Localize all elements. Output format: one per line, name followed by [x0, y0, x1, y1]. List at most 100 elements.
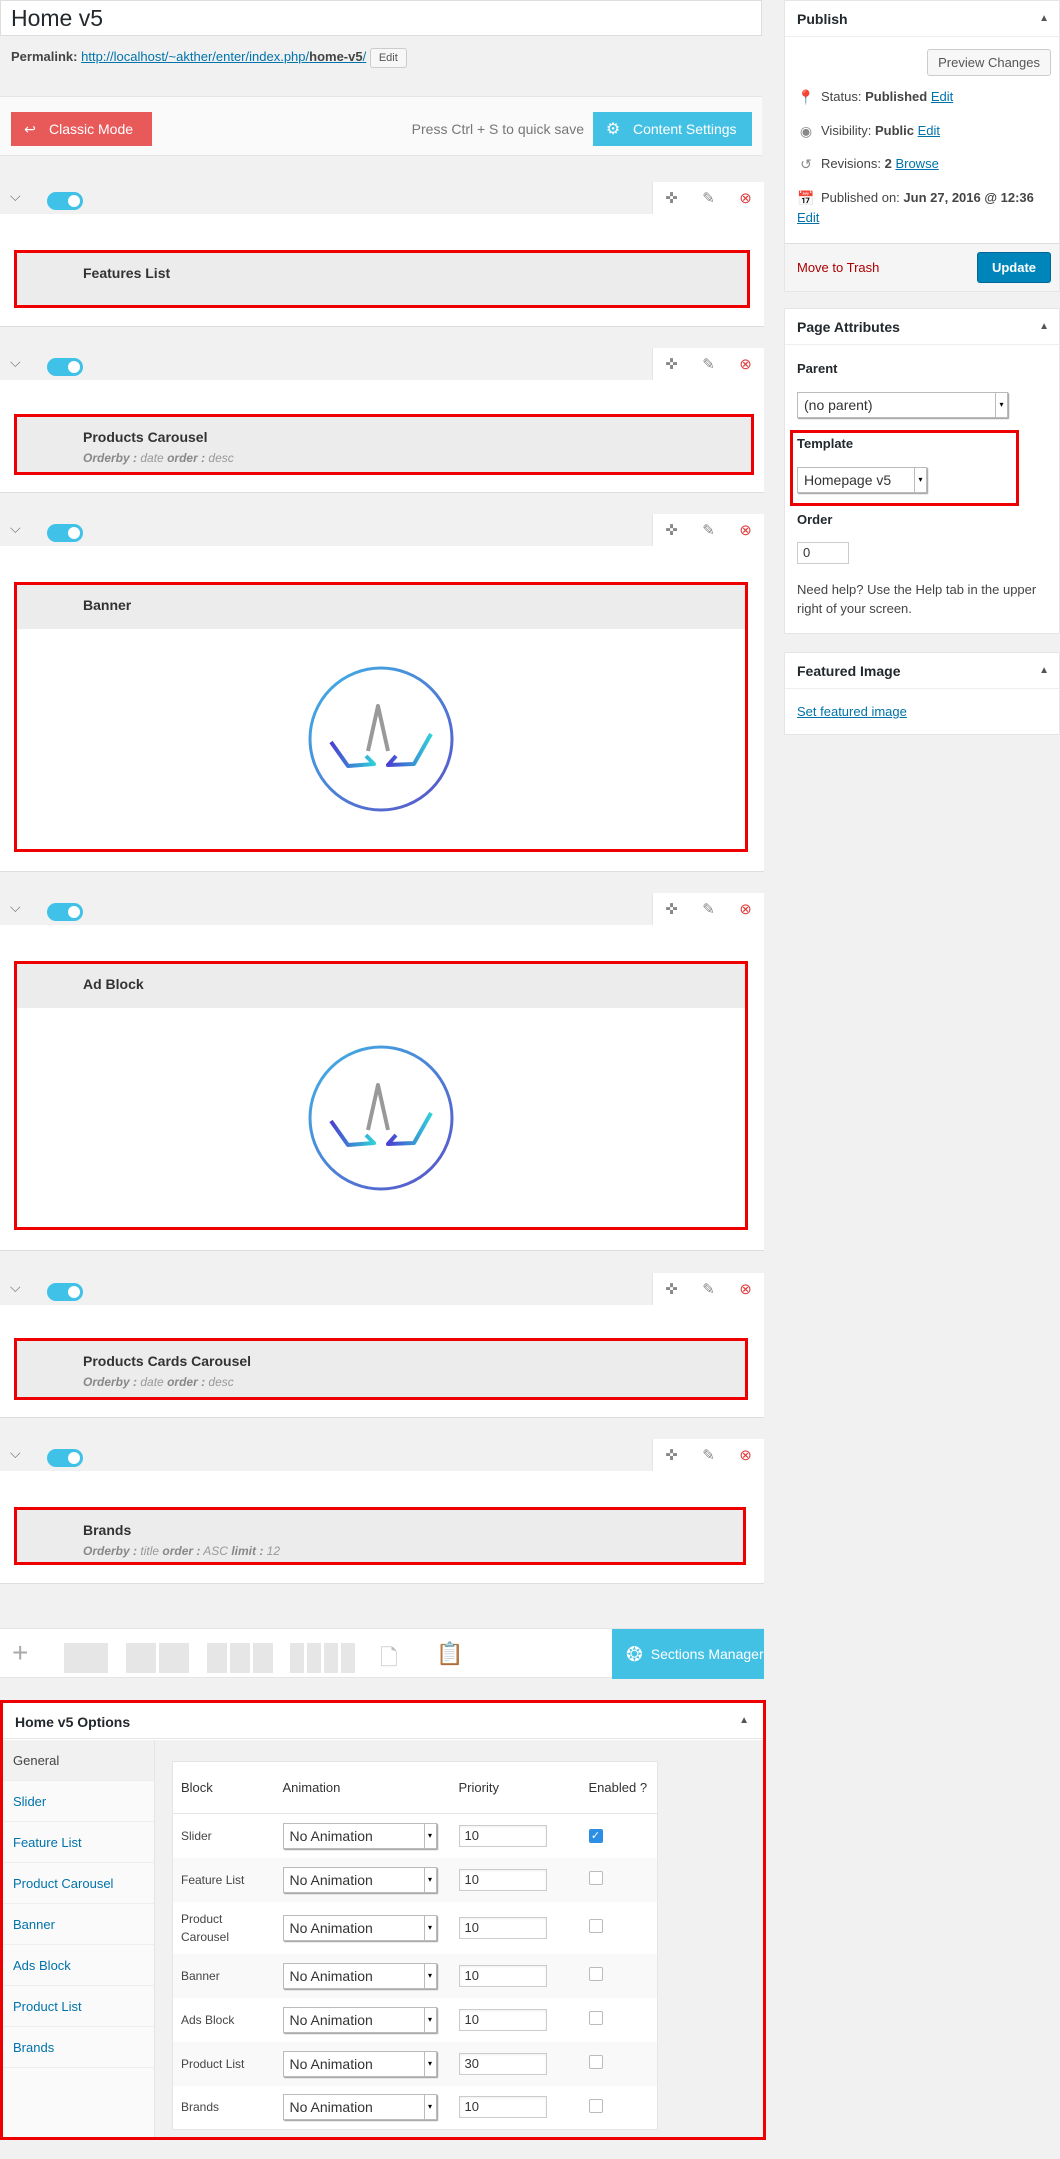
move-icon[interactable]: ✜	[653, 182, 690, 214]
section-toggle[interactable]	[47, 524, 83, 542]
content-settings-button[interactable]: ⚙ Content Settings	[593, 112, 752, 146]
delete-icon[interactable]: ⊗	[727, 893, 764, 925]
chevron-down-icon[interactable]: ⌵	[10, 899, 21, 916]
set-featured-image-link[interactable]: Set featured image	[797, 704, 907, 719]
collapse-arrow-icon[interactable]: ▲	[739, 1715, 749, 1726]
priority-input[interactable]: 10	[458, 1868, 547, 1891]
chevron-down-icon[interactable]: ⌵	[10, 188, 21, 205]
order-input[interactable]: 0	[797, 542, 849, 564]
delete-icon[interactable]: ⊗	[727, 348, 764, 380]
priority-input[interactable]: 10	[458, 1916, 547, 1939]
revisions-browse-link[interactable]: Browse	[895, 156, 938, 171]
collapse-arrow-icon[interactable]: ▲	[1039, 665, 1049, 676]
permalink-edit-button[interactable]: Edit	[369, 48, 407, 68]
animation-select[interactable]: No Animation ▾	[282, 2050, 437, 2077]
delete-icon[interactable]: ⊗	[727, 1439, 764, 1471]
collapse-arrow-icon[interactable]: ▲	[1039, 321, 1049, 332]
move-icon[interactable]: ✜	[653, 514, 690, 546]
move-icon[interactable]: ✜	[653, 893, 690, 925]
post-title-input[interactable]: Home v5	[0, 0, 762, 36]
chevron-down-icon[interactable]: ⌵	[10, 1445, 21, 1462]
options-tab-feature-list[interactable]: Feature List	[3, 1822, 154, 1863]
section-toggle[interactable]	[47, 1283, 83, 1301]
enabled-checkbox[interactable]	[588, 1871, 603, 1885]
chevron-down-icon[interactable]: ⌵	[10, 354, 21, 371]
parent-select[interactable]: (no parent) ▾	[797, 392, 1008, 418]
block-name: Ads Block	[172, 1997, 275, 2042]
move-to-trash-link[interactable]: Move to Trash	[797, 260, 879, 275]
content-block[interactable]: Ad Block	[14, 961, 748, 1230]
collapse-arrow-icon[interactable]: ▲	[1039, 13, 1049, 24]
move-icon[interactable]: ✜	[653, 1439, 690, 1471]
sections-manager-button[interactable]: ❂ Sections Manager	[612, 1629, 764, 1679]
add-section-icon[interactable]: +	[12, 1639, 28, 1667]
options-tab-general[interactable]: General	[3, 1740, 154, 1781]
animation-select[interactable]: No Animation ▾	[282, 1962, 437, 1989]
update-button[interactable]: Update	[976, 252, 1051, 283]
enabled-checkbox[interactable]	[588, 1919, 603, 1933]
priority-input[interactable]: 10	[458, 1964, 547, 1987]
move-icon[interactable]: ✜	[653, 1273, 690, 1305]
status-edit-link[interactable]: Edit	[931, 89, 953, 104]
content-block[interactable]: Brands Orderby : title order : ASC limit…	[14, 1507, 746, 1565]
visibility-edit-link[interactable]: Edit	[918, 123, 940, 138]
layout-3col-icon[interactable]	[207, 1643, 273, 1673]
options-tab-brands[interactable]: Brands	[3, 2027, 154, 2068]
layout-2col-icon[interactable]	[126, 1643, 189, 1673]
edit-icon[interactable]: ✎	[690, 893, 727, 925]
document-icon[interactable]: 🗋	[380, 1641, 398, 1679]
delete-icon[interactable]: ⊗	[727, 182, 764, 214]
featured-image-header[interactable]: Featured Image ▲	[785, 653, 1059, 689]
edit-icon[interactable]: ✎	[690, 348, 727, 380]
classic-mode-button[interactable]: ↩ Classic Mode	[11, 112, 152, 146]
animation-select[interactable]: No Animation ▾	[282, 2006, 437, 2033]
edit-icon[interactable]: ✎	[690, 182, 727, 214]
animation-select[interactable]: No Animation ▾	[282, 1914, 437, 1941]
block-title: Banner	[83, 597, 132, 613]
page-attributes-header[interactable]: Page Attributes ▲	[785, 309, 1059, 345]
chevron-down-icon[interactable]: ⌵	[10, 1279, 21, 1296]
options-tab-ads-block[interactable]: Ads Block	[3, 1945, 154, 1986]
animation-select[interactable]: No Animation ▾	[282, 2094, 437, 2121]
priority-input[interactable]: 10	[458, 1824, 547, 1847]
content-block[interactable]: Products Carousel Orderby : date order :…	[14, 414, 754, 475]
enabled-checkbox[interactable]	[588, 1967, 603, 1981]
section-toggle[interactable]	[47, 903, 83, 921]
col-animation: Animation	[274, 1761, 451, 1814]
priority-input[interactable]: 10	[458, 2096, 547, 2119]
enabled-checkbox[interactable]: ✓	[588, 1829, 603, 1844]
block-title: Ad Block	[83, 976, 144, 992]
options-header[interactable]: Home v5 Options ▲	[3, 1703, 763, 1739]
section-toggle[interactable]	[47, 358, 83, 376]
chevron-down-icon[interactable]: ⌵	[10, 520, 21, 537]
clipboard-icon[interactable]: 📋	[436, 1641, 463, 1667]
layout-1col-icon[interactable]	[64, 1643, 108, 1673]
section-toggle[interactable]	[47, 1449, 83, 1467]
animation-select[interactable]: No Animation ▾	[282, 1866, 437, 1893]
options-tab-slider[interactable]: Slider	[3, 1781, 154, 1822]
preview-changes-button[interactable]: Preview Changes	[927, 49, 1051, 76]
edit-icon[interactable]: ✎	[690, 1439, 727, 1471]
edit-icon[interactable]: ✎	[690, 1273, 727, 1305]
delete-icon[interactable]: ⊗	[727, 514, 764, 546]
content-block[interactable]: Features List	[14, 250, 750, 308]
layout-4col-icon[interactable]	[290, 1643, 355, 1673]
priority-input[interactable]: 10	[458, 2008, 547, 2031]
permalink-link[interactable]: http://localhost/~akther/enter/index.php…	[81, 49, 366, 64]
options-tab-banner[interactable]: Banner	[3, 1904, 154, 1945]
enabled-checkbox[interactable]	[588, 2098, 603, 2113]
enabled-checkbox[interactable]	[588, 2055, 603, 2069]
priority-input[interactable]: 30	[458, 2052, 547, 2075]
edit-icon[interactable]: ✎	[690, 514, 727, 546]
options-tab-product-list[interactable]: Product List	[3, 1986, 154, 2027]
options-tab-product-carousel[interactable]: Product Carousel	[3, 1863, 154, 1904]
content-block[interactable]: Banner	[14, 582, 748, 852]
section-toggle[interactable]	[47, 192, 83, 210]
animation-select[interactable]: No Animation ▾	[282, 1822, 437, 1849]
published-edit-link[interactable]: Edit	[797, 210, 819, 225]
content-block[interactable]: Products Cards Carousel Orderby : date o…	[14, 1338, 748, 1400]
move-icon[interactable]: ✜	[653, 348, 690, 380]
publish-header[interactable]: Publish ▲	[785, 1, 1059, 37]
enabled-checkbox[interactable]	[588, 2011, 603, 2025]
delete-icon[interactable]: ⊗	[727, 1273, 764, 1305]
